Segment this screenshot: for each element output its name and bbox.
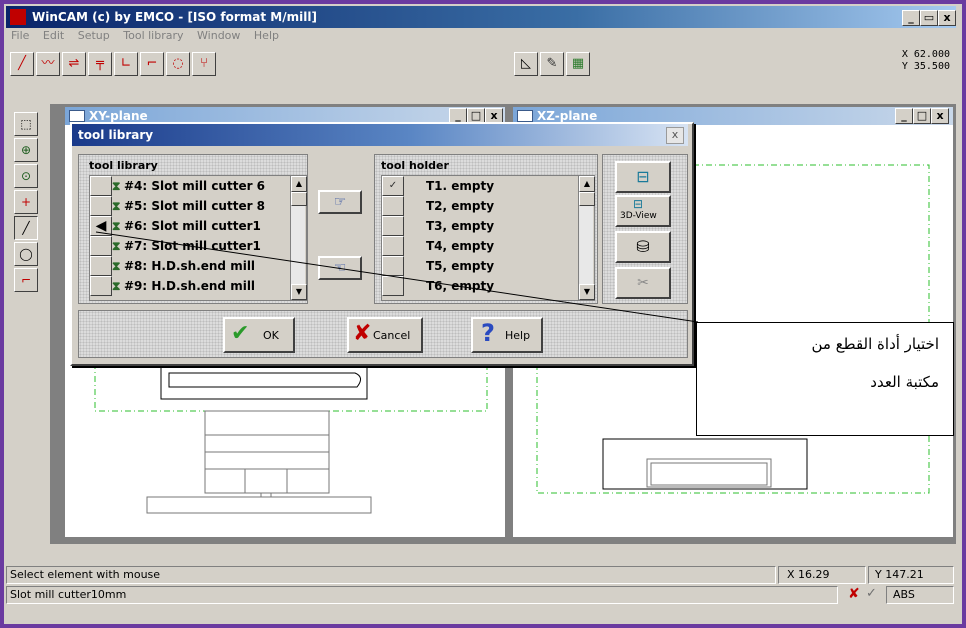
callout-line-2: مكتبة العدد bbox=[870, 373, 939, 391]
callout-pointer bbox=[95, 231, 699, 323]
tool-status-panel: Slot mill cutter10mm bbox=[6, 586, 838, 604]
status-message: Select element with mouse bbox=[10, 568, 161, 581]
callout-box: اختيار أداة القطع من مكتبة العدد bbox=[696, 322, 954, 436]
status-x-panel: X 16.29 bbox=[778, 566, 866, 584]
status-y-panel: Y 147.21 bbox=[868, 566, 954, 584]
status-x: X 16.29 bbox=[787, 568, 830, 581]
status-message-panel: Select element with mouse bbox=[6, 566, 776, 584]
status-bar: Select element with mouse X 16.29 Y 147.… bbox=[6, 566, 956, 584]
app-frame: WinCAM (c) by EMCO - [ISO format M/mill]… bbox=[0, 0, 966, 628]
current-tool: Slot mill cutter10mm bbox=[10, 588, 127, 601]
callout-line-1: اختيار أداة القطع من bbox=[811, 335, 939, 353]
accept-icon[interactable]: ✓ bbox=[866, 586, 877, 601]
status-y: Y 147.21 bbox=[875, 568, 924, 581]
abs-label: ABS bbox=[893, 588, 915, 601]
tool-status-bar: Slot mill cutter10mm ✘ ✓ ABS bbox=[6, 586, 956, 604]
abs-panel[interactable]: ABS bbox=[886, 586, 954, 604]
reject-icon[interactable]: ✘ bbox=[848, 586, 860, 602]
